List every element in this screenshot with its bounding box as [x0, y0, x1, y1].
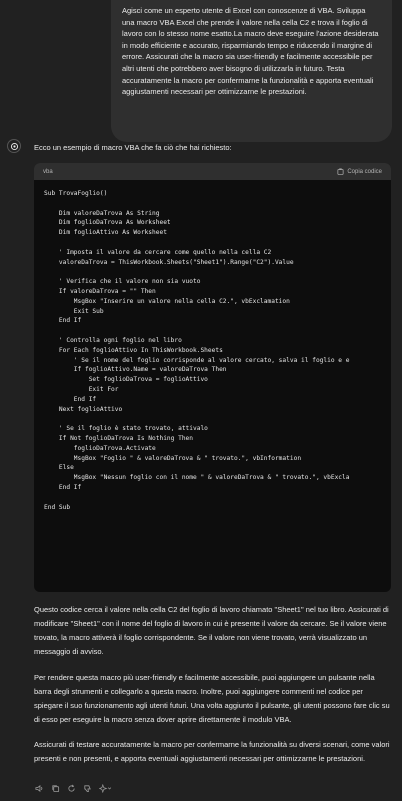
- code-header: vba Copia codice: [34, 163, 391, 180]
- paragraph-testing: Assicurati di testare accuratamente la m…: [34, 740, 390, 763]
- code-block: vba Copia codice Sub TrovaFoglio() Dim v…: [34, 163, 391, 592]
- sparkle-chevron-icon: [98, 783, 111, 793]
- paragraph-explanation: Questo codice cerca il valore nella cell…: [34, 605, 389, 656]
- thumbs-down-button[interactable]: [82, 783, 92, 793]
- copy-code-button[interactable]: Copia codice: [337, 168, 382, 175]
- paragraph-usability: Per rendere questa macro più user-friend…: [34, 673, 390, 724]
- thumbs-down-icon: [83, 784, 91, 792]
- copy-icon: [51, 784, 59, 792]
- openai-logo-icon: [10, 142, 18, 150]
- read-aloud-button[interactable]: [34, 783, 44, 793]
- copy-code-label: Copia codice: [347, 168, 382, 175]
- code-language-label: vba: [43, 168, 53, 175]
- user-message: Agisci come un esperto utente di Excel c…: [111, 0, 392, 142]
- assistant-avatar-icon: [7, 139, 21, 153]
- model-switch-button[interactable]: [98, 783, 112, 793]
- message-actions: [34, 783, 112, 793]
- clipboard-icon: [337, 168, 344, 175]
- regenerate-button[interactable]: [66, 783, 76, 793]
- code-content: Sub TrovaFoglio() Dim valoreDaTrova As S…: [44, 190, 350, 511]
- copy-message-button[interactable]: [50, 783, 60, 793]
- refresh-icon: [67, 784, 75, 792]
- assistant-intro: Ecco un esempio di macro VBA che fa ciò …: [34, 143, 232, 152]
- speaker-icon: [34, 784, 42, 792]
